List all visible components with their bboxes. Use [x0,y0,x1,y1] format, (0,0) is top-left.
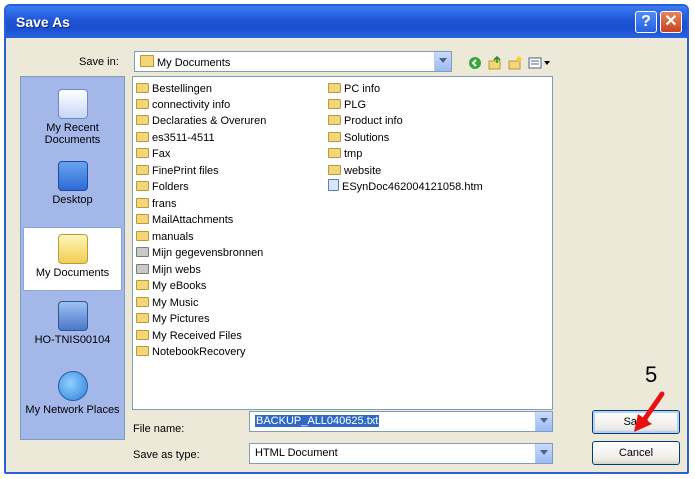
place-label: HO-TNIS00104 [34,334,111,346]
list-item[interactable]: MailAttachments [136,212,233,228]
list-item[interactable]: Declaraties & Overuren [136,113,266,129]
title-bar[interactable]: Save As ? ✕ [6,6,687,38]
desktop-icon [57,161,88,191]
window-title: Save As [16,14,70,30]
list-item[interactable]: Bestellingen [136,81,212,97]
chevron-down-icon[interactable] [535,444,552,463]
list-item[interactable]: FinePrint files [136,163,219,179]
folder-icon [328,99,341,109]
back-icon[interactable] [468,56,482,70]
chevron-down-icon[interactable] [535,412,552,431]
pointer-arrow-icon [634,391,665,432]
folder-icon [140,55,154,67]
folder-icon [328,165,341,175]
place-my-recent-documents[interactable]: My Recent Documents [23,89,122,146]
pictures-folder-icon [136,313,149,323]
list-item[interactable]: frans [136,196,176,212]
up-folder-icon[interactable] [488,56,502,70]
list-item[interactable]: My Received Files [136,328,242,344]
folder-icon [136,115,149,125]
folder-icon [136,181,149,191]
list-item[interactable]: PLG [328,97,366,113]
cancel-button[interactable]: Cancel [592,441,680,465]
save-in-dropdown[interactable]: My Documents [134,51,452,72]
folder-icon [136,214,149,224]
place-desktop[interactable]: Desktop [23,161,122,206]
place-label: My Network Places [25,404,120,416]
file-list[interactable]: Bestellingen connectivity info Declarati… [132,76,553,410]
list-item[interactable]: Folders [136,179,189,195]
close-button[interactable]: ✕ [660,11,682,33]
step-number: 5 [645,362,658,387]
chevron-down-icon[interactable] [434,52,451,71]
my-documents-icon [57,234,88,264]
list-item[interactable]: manuals [136,229,194,245]
help-button[interactable]: ? [635,11,657,33]
folder-icon [136,198,149,208]
html-document-icon [328,179,339,191]
list-item[interactable]: My eBooks [136,278,206,294]
folder-icon [328,132,341,142]
new-folder-icon[interactable] [508,56,522,70]
list-item[interactable]: es3511-4511 [136,130,215,146]
file-name-value-wrap: BACKUP_ALL040625.txt [255,415,380,427]
list-item[interactable]: My Pictures [136,311,209,327]
save-as-type-value: HTML Document [255,447,338,459]
places-bar: My Recent Documents Desktop My Documents… [20,76,125,440]
folder-icon [136,330,149,340]
list-item[interactable]: My Music [136,295,198,311]
folder-icon [136,231,149,241]
place-my-documents[interactable]: My Documents [23,227,122,291]
folder-icon [136,165,149,175]
save-in-label: Save in: [79,56,119,68]
list-item[interactable]: website [328,163,381,179]
list-item[interactable]: tmp [328,146,362,162]
save-in-value: My Documents [140,55,230,69]
folder-icon [328,148,341,158]
folder-icon [136,83,149,93]
list-item[interactable]: connectivity info [136,97,230,113]
data-sources-icon [136,247,149,257]
list-item[interactable]: Product info [328,113,403,129]
file-name-input[interactable]: BACKUP_ALL040625.txt [249,411,553,432]
music-folder-icon [136,297,149,307]
file-name-label: File name: [133,423,185,435]
file-name-value: BACKUP_ALL040625.txt [255,415,380,427]
list-item[interactable]: Mijn gegevensbronnen [136,245,263,261]
save-as-dialog: Save As ? ✕ Save in: My Documents My Rec… [4,4,689,474]
folder-icon [328,83,341,93]
save-as-type-dropdown[interactable]: HTML Document [249,443,553,464]
folder-icon [136,346,149,356]
place-my-network-places[interactable]: My Network Places [23,371,122,416]
list-item[interactable]: Solutions [328,130,389,146]
folder-icon [328,115,341,125]
recent-documents-icon [57,89,88,119]
place-computer[interactable]: HO-TNIS00104 [23,301,122,346]
question-icon: ? [641,13,651,30]
computer-icon [57,301,88,331]
close-icon: ✕ [664,13,678,30]
folder-icon [136,132,149,142]
list-item[interactable]: Mijn webs [136,262,201,278]
list-item[interactable]: PC info [328,81,380,97]
save-as-type-label: Save as type: [133,449,200,461]
folder-icon [136,99,149,109]
place-label: My Documents [35,267,110,279]
list-item[interactable]: ESynDoc462004121058.htm [328,179,483,195]
views-menu-icon[interactable] [528,56,552,70]
list-item[interactable]: Fax [136,146,170,162]
folder-icon [136,280,149,290]
folder-icon [136,148,149,158]
place-label: My Recent Documents [44,122,101,146]
webs-icon [136,264,149,274]
network-icon [57,371,88,401]
place-label: Desktop [52,194,93,206]
list-item[interactable]: NotebookRecovery [136,344,246,360]
